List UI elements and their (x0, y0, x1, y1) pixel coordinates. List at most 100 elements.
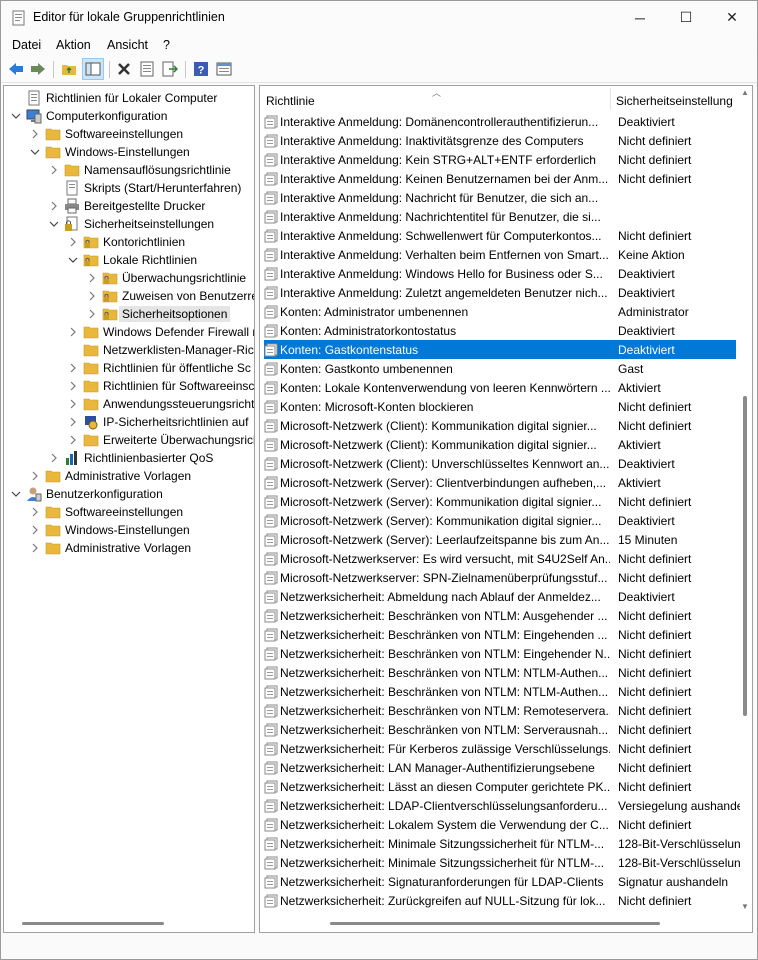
table-row[interactable]: Microsoft-Netzwerk (Server): Clientverbi… (264, 473, 736, 492)
list-horizontal-scrollbar[interactable] (330, 922, 660, 925)
table-row[interactable]: Microsoft-Netzwerk (Server): Kommunikati… (264, 492, 736, 511)
expanded-chevron-icon[interactable] (10, 488, 22, 500)
table-row[interactable]: Netzwerksicherheit: Lässt an diesen Comp… (264, 777, 736, 796)
table-row[interactable]: Netzwerksicherheit: LAN Manager-Authenti… (264, 758, 736, 777)
table-row[interactable]: Konten: Gastkonto umbenennen Gast (264, 359, 736, 378)
tree-node[interactable]: Namensauflösungsrichtlinie (48, 161, 231, 179)
table-row[interactable]: Interaktive Anmeldung: Kein STRG+ALT+ENT… (264, 150, 736, 169)
tree-node[interactable]: Überwachungsrichtlinie (86, 269, 246, 287)
collapsed-chevron-icon[interactable] (86, 308, 98, 320)
table-row[interactable]: Microsoft-Netzwerkserver: Es wird versuc… (264, 549, 736, 568)
tree-node[interactable]: Softwareeinstellungen (29, 125, 183, 143)
tree-node[interactable]: Sicherheitsoptionen (86, 305, 231, 323)
title-bar[interactable]: Editor für lokale Gruppenrichtlinien ─ ☐… (1, 1, 757, 34)
table-row[interactable]: Netzwerksicherheit: Beschränken von NTLM… (264, 644, 736, 663)
collapsed-chevron-icon[interactable] (48, 164, 60, 176)
maximize-button[interactable]: ☐ (663, 1, 709, 34)
menu-ansicht[interactable]: Ansicht (107, 38, 148, 52)
collapsed-chevron-icon[interactable] (67, 236, 79, 248)
table-row[interactable]: Konten: Administratorkontostatus Deaktivi… (264, 321, 736, 340)
table-row[interactable]: Netzwerksicherheit: Lokalem System die V… (264, 815, 736, 834)
table-row[interactable]: Microsoft-Netzwerkserver: SPN-Zielnamenü… (264, 568, 736, 587)
table-row[interactable]: Interaktive Anmeldung: Inaktivitätsgrenz… (264, 131, 736, 150)
expanded-chevron-icon[interactable] (29, 146, 41, 158)
collapsed-chevron-icon[interactable] (67, 326, 79, 338)
collapsed-chevron-icon[interactable] (67, 416, 79, 428)
table-row[interactable]: Konten: Administrator umbenennen Administ… (264, 302, 736, 321)
close-button[interactable]: ✕ (709, 1, 755, 34)
expanded-chevron-icon[interactable] (67, 254, 79, 266)
table-row[interactable]: Konten: Lokale Kontenverwendung von leer… (264, 378, 736, 397)
tree-node[interactable]: Windows-Einstellungen (29, 143, 190, 161)
menu-aktion[interactable]: Aktion (56, 38, 91, 52)
table-row[interactable]: Netzwerksicherheit: Beschränken von NTLM… (264, 625, 736, 644)
table-row[interactable]: Netzwerksicherheit: Zurückgreifen auf NU… (264, 891, 736, 910)
table-row[interactable]: Netzwerksicherheit: Beschränken von NTLM… (264, 701, 736, 720)
tree-node[interactable]: Benutzerkonfiguration (10, 485, 163, 503)
tree-horizontal-scrollbar[interactable] (22, 922, 164, 925)
tree-node[interactable]: Kontorichtlinien (67, 233, 185, 251)
column-header-policy[interactable]: Richtlinie (266, 94, 315, 108)
table-row[interactable]: Netzwerksicherheit: Minimale Sitzungssic… (264, 853, 740, 872)
table-row[interactable]: Netzwerksicherheit: LDAP-Clientverschlüs… (264, 796, 740, 815)
tree-node[interactable]: Sicherheitseinstellungen (48, 215, 214, 233)
expanded-chevron-icon[interactable] (48, 218, 60, 230)
properties-icon[interactable] (138, 60, 156, 78)
table-row[interactable]: Netzwerksicherheit: Minimale Sitzungssic… (264, 834, 740, 853)
list-vertical-scrollbar[interactable]: ▲ ▼ (738, 86, 752, 932)
expanded-chevron-icon[interactable] (10, 110, 22, 122)
tree-node[interactable]: Richtlinien für öffentliche Sc (67, 359, 251, 377)
show-hide-tree-icon[interactable] (82, 58, 104, 80)
table-row[interactable]: Netzwerksicherheit: Für Kerberos zulässi… (264, 739, 736, 758)
scroll-down-arrow-icon[interactable]: ▼ (741, 902, 749, 911)
table-row[interactable]: Konten: Gastkontenstatus Deaktiviert (264, 340, 736, 359)
up-folder-icon[interactable] (60, 60, 78, 78)
menu-help[interactable]: ? (163, 38, 170, 52)
table-row[interactable]: Interaktive Anmeldung: Windows Hello for… (264, 264, 736, 283)
column-header-setting[interactable]: Sicherheitseinstellung (616, 94, 733, 108)
back-arrow-icon[interactable] (7, 60, 25, 78)
collapsed-chevron-icon[interactable] (29, 506, 41, 518)
tree-node[interactable]: Windows Defender Firewall n (67, 323, 254, 341)
tree-node[interactable]: Zuweisen von Benutzerre (86, 287, 254, 305)
collapsed-chevron-icon[interactable] (29, 128, 41, 140)
tree-node[interactable]: Windows-Einstellungen (29, 521, 190, 539)
collapsed-chevron-icon[interactable] (67, 434, 79, 446)
tree-node[interactable]: IP-Sicherheitsrichtlinien auf (67, 413, 248, 431)
table-row[interactable]: Interaktive Anmeldung: Verhalten beim En… (264, 245, 736, 264)
menu-datei[interactable]: Datei (12, 38, 41, 52)
collapsed-chevron-icon[interactable] (29, 470, 41, 482)
collapsed-chevron-icon[interactable] (67, 398, 79, 410)
tree-node[interactable]: Administrative Vorlagen (29, 539, 191, 557)
collapsed-chevron-icon[interactable] (29, 524, 41, 536)
collapsed-chevron-icon[interactable] (67, 380, 79, 392)
tree-node[interactable]: Bereitgestellte Drucker (48, 197, 205, 215)
tree-node[interactable]: Lokale Richtlinien (67, 251, 197, 269)
table-row[interactable]: Microsoft-Netzwerk (Server): Kommunikati… (264, 511, 736, 530)
table-row[interactable]: Netzwerksicherheit: Beschränken von NTLM… (264, 606, 736, 625)
table-row[interactable]: Interaktive Anmeldung: Nachrichtentitel … (264, 207, 736, 226)
collapsed-chevron-icon[interactable] (67, 362, 79, 374)
collapsed-chevron-icon[interactable] (48, 452, 60, 464)
tree-node[interactable]: Anwendungssteuerungsricht (67, 395, 254, 413)
table-row[interactable]: Netzwerksicherheit: Beschränken von NTLM… (264, 682, 736, 701)
collapsed-chevron-icon[interactable] (29, 542, 41, 554)
view-details-icon[interactable] (215, 60, 233, 78)
tree-node[interactable]: Richtlinienbasierter QoS (48, 449, 213, 467)
table-row[interactable]: Interaktive Anmeldung: Keinen Benutzerna… (264, 169, 736, 188)
tree-node[interactable]: Computerkonfiguration (10, 107, 167, 125)
table-row[interactable]: Konten: Microsoft-Konten blockieren Nicht… (264, 397, 736, 416)
table-row[interactable]: Interaktive Anmeldung: Zuletzt angemelde… (264, 283, 736, 302)
delete-icon[interactable] (115, 60, 133, 78)
scroll-thumb[interactable] (743, 396, 747, 716)
export-list-icon[interactable] (161, 60, 179, 78)
minimize-button[interactable]: ─ (617, 1, 663, 34)
forward-arrow-icon[interactable] (29, 60, 47, 78)
column-divider[interactable] (610, 88, 611, 110)
table-row[interactable]: Netzwerksicherheit: Beschränken von NTLM… (264, 663, 736, 682)
table-row[interactable]: Interaktive Anmeldung: Schwellenwert für… (264, 226, 736, 245)
scroll-up-arrow-icon[interactable]: ▲ (741, 88, 749, 97)
tree-node[interactable]: Richtlinien für Lokaler Computer (10, 89, 217, 107)
tree-node[interactable]: Netzwerklisten-Manager-Ric (67, 341, 254, 359)
table-row[interactable]: Netzwerksicherheit: Beschränken von NTLM… (264, 720, 736, 739)
